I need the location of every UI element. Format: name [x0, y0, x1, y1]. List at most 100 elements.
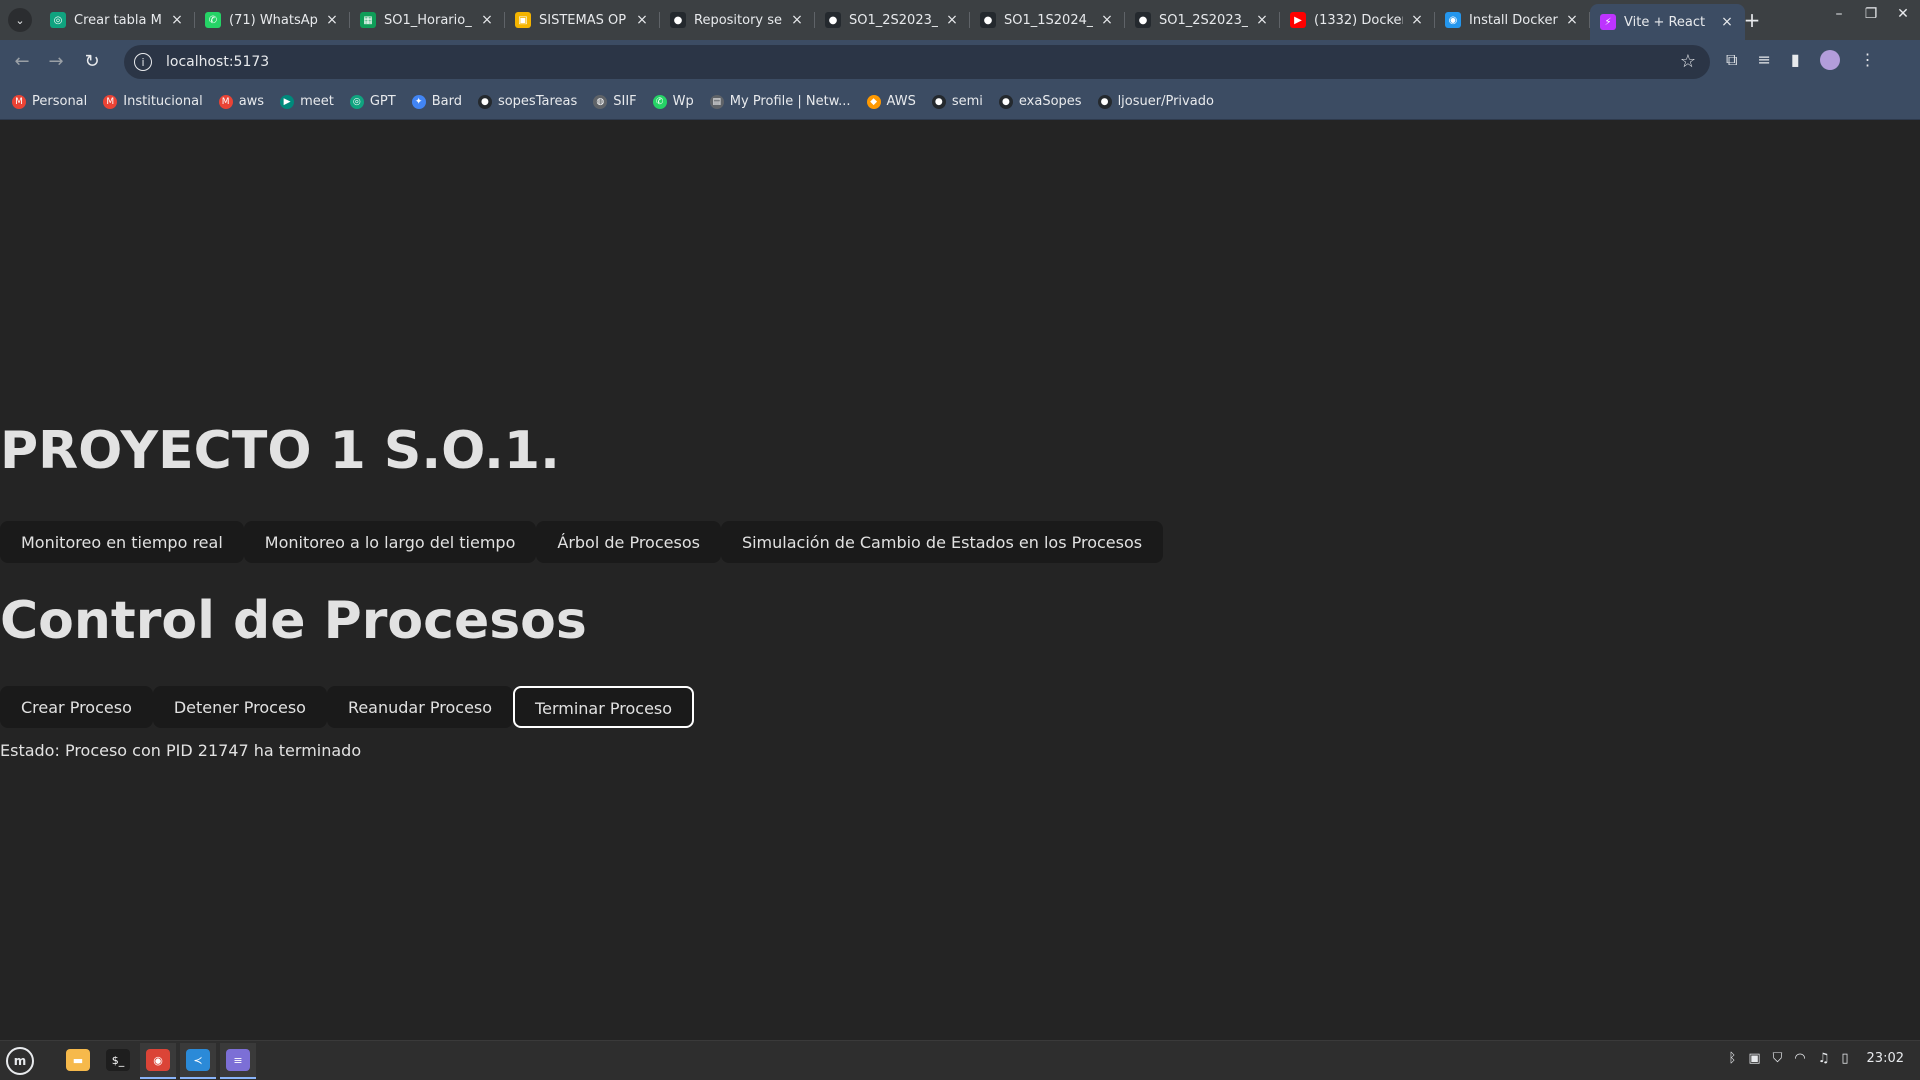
bookmark-label: Institucional — [123, 94, 203, 109]
media-controls-icon[interactable]: ≡ — [1757, 50, 1770, 70]
openai-icon: ◎ — [349, 94, 364, 109]
tab-title: SO1_1S2024_ — [1004, 12, 1093, 28]
bookmark-item[interactable]: ◍ SIIF — [593, 94, 637, 109]
taskbar-app[interactable]: ◉ — [140, 1043, 176, 1079]
globe-icon: ◍ — [593, 94, 608, 109]
tab-strip: ⌄ ◎ Crear tabla M × ✆ (71) WhatsApp × ▦ SO1_Hor… — [0, 0, 1920, 40]
tab-close-icon[interactable]: × — [1564, 12, 1580, 28]
bookmark-item[interactable]: Maws — [218, 94, 265, 109]
github-icon: ● — [1135, 12, 1151, 28]
tab[interactable]: ● Repository se × — [660, 0, 815, 40]
bookmark-item[interactable]: ▶ meet — [280, 94, 334, 109]
tab[interactable]: ⚡ Vite + React × — [1590, 4, 1745, 40]
site-info-icon[interactable]: i — [134, 53, 152, 71]
bookmark-label: AWS — [886, 94, 916, 109]
tab[interactable]: ◉ Install Docker × — [1435, 0, 1590, 40]
bookmark-label: meet — [300, 94, 334, 109]
gmail-icon: M — [218, 94, 233, 109]
realtime-monitoring-button[interactable]: Monitoreo en tiempo real — [0, 521, 244, 563]
forward-icon[interactable]: → — [44, 50, 68, 74]
bookmark-item[interactable]: ● sopesTareas — [477, 94, 577, 109]
reload-icon[interactable]: ↻ — [80, 50, 104, 74]
bookmark-item[interactable]: M Personal — [12, 94, 87, 109]
tab[interactable]: ▦ SO1_Horario_ × — [350, 0, 505, 40]
tab-close-icon[interactable]: × — [324, 12, 340, 28]
back-icon[interactable]: ← — [10, 50, 34, 74]
address-bar[interactable]: i localhost:5173 ☆ — [124, 45, 1710, 79]
state-simulation-button[interactable]: Simulación de Cambio de Estados en los P… — [720, 521, 1164, 563]
extensions-icon[interactable]: ⧉ — [1726, 50, 1737, 70]
process-tree-button[interactable]: Árbol de Procesos — [536, 521, 721, 563]
bookmark-item[interactable]: ● exaSopes — [998, 94, 1082, 109]
taskbar-app[interactable]: ≺ — [180, 1043, 216, 1079]
bookmark-label: aws — [238, 94, 265, 109]
tab[interactable]: ● SO1_1S2024_ × — [970, 0, 1125, 40]
menu-kebab-icon[interactable]: ⋮ — [1860, 50, 1876, 70]
url-text[interactable]: localhost:5173 — [166, 54, 269, 70]
taskbar-app[interactable]: $_ — [100, 1043, 136, 1079]
tab-close-icon[interactable]: × — [1409, 12, 1425, 28]
bookmark-item[interactable]: ● ljosuer/Privado — [1097, 94, 1214, 109]
restore-icon[interactable]: ❐ — [1862, 6, 1880, 22]
side-panel-icon[interactable]: ▮ — [1791, 50, 1800, 70]
clock[interactable]: 23:02 — [1867, 1051, 1904, 1066]
tab-close-icon[interactable]: × — [479, 12, 495, 28]
bookmark-item[interactable]: ✆ Wp — [652, 94, 694, 109]
system-tray: ᛒ ▣ ⛉ ◠ ♫ ▯ 23:02 — [1729, 1051, 1905, 1066]
minimize-icon[interactable]: – — [1830, 6, 1848, 22]
new-tab-button[interactable]: + — [1740, 8, 1764, 32]
tab-close-icon[interactable]: × — [944, 12, 960, 28]
browser-toolbar: ← → ↻ i localhost:5173 ☆ ⧉ ≡ ▮ ⋮ — [0, 40, 1920, 84]
taskbar-app[interactable]: ≡ — [220, 1043, 256, 1079]
whatsapp-icon: ✆ — [652, 94, 667, 109]
bookmark-item[interactable]: ✦ Bard — [411, 94, 462, 109]
github-icon: ● — [931, 94, 946, 109]
resume-process-button[interactable]: Reanudar Proceso — [326, 686, 514, 728]
openai-icon: ◎ — [50, 12, 66, 28]
bookmark-item[interactable]: M Institucional — [103, 94, 203, 109]
tab[interactable]: ● SO1_2S2023_ × — [1125, 0, 1280, 40]
start-menu-icon[interactable]: m — [6, 1047, 34, 1075]
taskbar-app[interactable]: ▬ — [60, 1043, 96, 1079]
tab-list: ◎ Crear tabla M × ✆ (71) WhatsApp × ▦ SO1_Horar… — [40, 0, 1745, 40]
bookmark-item[interactable]: ● semi — [931, 94, 983, 109]
shield-icon[interactable]: ⛉ — [1773, 1051, 1783, 1066]
tab-close-icon[interactable]: × — [169, 12, 185, 28]
battery-icon[interactable]: ▯ — [1841, 1051, 1848, 1066]
historical-monitoring-button[interactable]: Monitoreo a lo largo del tiempo — [243, 521, 537, 563]
tab-close-icon[interactable]: × — [1254, 12, 1270, 28]
wifi-icon[interactable]: ◠ — [1794, 1051, 1805, 1066]
bookmark-item[interactable]: ▤ My Profile | Netw... — [709, 94, 851, 109]
tab-title: (1332) Docker — [1314, 12, 1403, 28]
bookmark-star-icon[interactable]: ☆ — [1680, 51, 1696, 72]
tab-close-icon[interactable]: × — [634, 12, 650, 28]
tab[interactable]: ✆ (71) WhatsApp × — [195, 0, 350, 40]
tab-search-icon[interactable]: ⌄ — [8, 8, 32, 32]
close-window-icon[interactable]: ✕ — [1894, 6, 1912, 22]
tab-close-icon[interactable]: × — [1099, 12, 1115, 28]
tab-title: Vite + React — [1624, 14, 1706, 30]
clipboard-icon[interactable]: ▣ — [1748, 1051, 1760, 1066]
tab[interactable]: ▶ (1332) Docker × — [1280, 0, 1435, 40]
github-icon: ● — [998, 94, 1013, 109]
bookmark-item[interactable]: ◎ GPT — [349, 94, 396, 109]
bard-icon: ✦ — [411, 94, 426, 109]
bookmark-item[interactable]: ◆ AWS — [866, 94, 916, 109]
sound-icon[interactable]: ♫ — [1818, 1051, 1830, 1066]
github-icon: ● — [670, 12, 686, 28]
tab[interactable]: ● SO1_2S2023_ × — [815, 0, 970, 40]
terminate-process-button[interactable]: Terminar Proceso — [513, 686, 695, 728]
tab[interactable]: ◎ Crear tabla M × — [40, 0, 195, 40]
gmail-icon: M — [12, 94, 26, 109]
window-controls: – ❐ ✕ — [1830, 6, 1912, 22]
tab-close-icon[interactable]: × — [789, 12, 805, 28]
stop-process-button[interactable]: Detener Proceso — [152, 686, 327, 728]
tab[interactable]: ▣ SISTEMAS OP × — [505, 0, 660, 40]
project-title: PROYECTO 1 S.O.1. — [0, 421, 560, 481]
bluetooth-icon[interactable]: ᛒ — [1729, 1051, 1737, 1066]
aws-icon: ◆ — [866, 94, 881, 109]
profile-avatar[interactable] — [1819, 50, 1840, 70]
tab-close-icon[interactable]: × — [1719, 14, 1735, 30]
create-process-button[interactable]: Crear Proceso — [0, 686, 153, 728]
chrome-icon: ◉ — [146, 1049, 170, 1071]
